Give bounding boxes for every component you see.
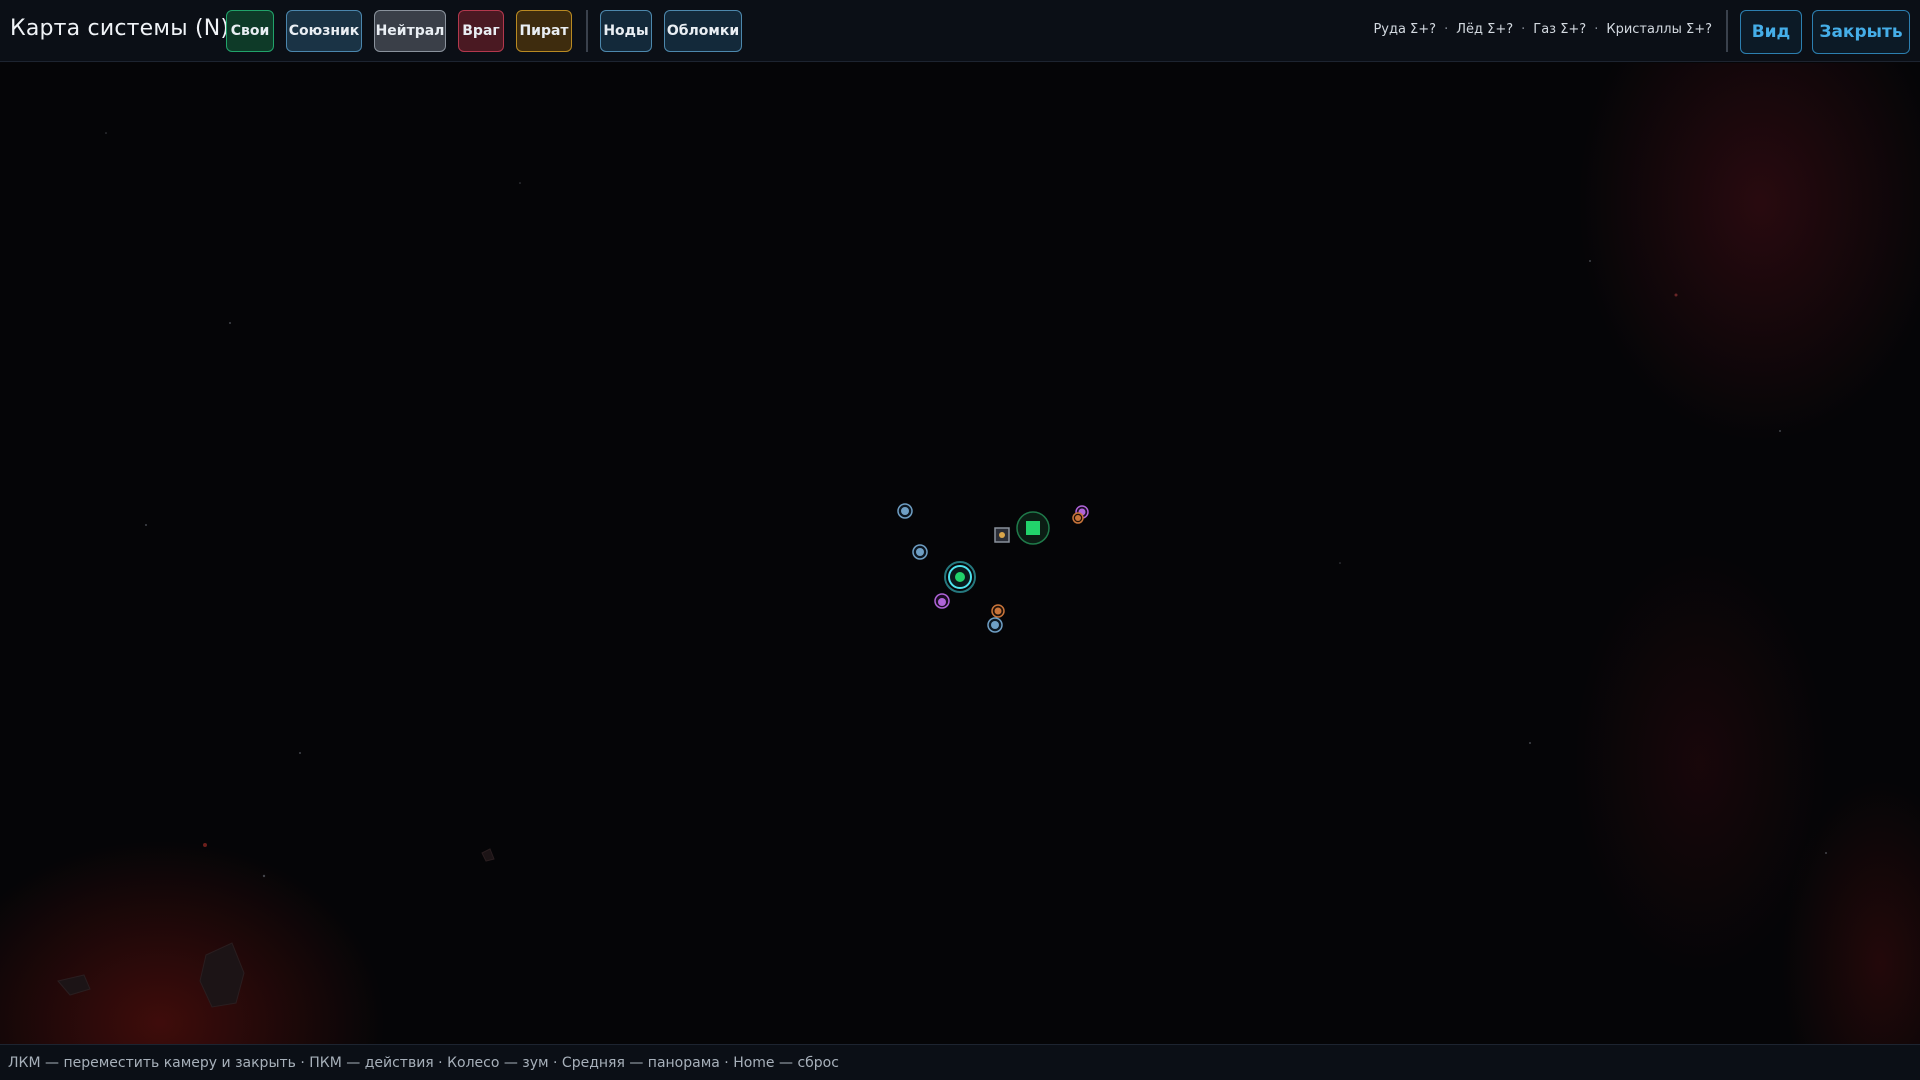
resource-crystals: Кристаллы Σ+? xyxy=(1606,22,1712,37)
resource-node-icon xyxy=(916,548,924,556)
own-station[interactable] xyxy=(1016,511,1050,545)
crystal-node[interactable] xyxy=(934,593,950,609)
filter-debris-button[interactable]: Обломки xyxy=(664,10,742,52)
ice-node[interactable] xyxy=(987,617,1003,633)
filter-nodes-button[interactable]: Ноды xyxy=(600,10,652,52)
debris-icon xyxy=(999,532,1005,538)
player-ship[interactable] xyxy=(944,561,976,593)
resource-node-icon xyxy=(901,507,909,515)
view-button[interactable]: Вид xyxy=(1740,10,1802,54)
debris[interactable] xyxy=(994,527,1010,543)
resource-node-icon xyxy=(991,621,999,629)
resource-gas: Газ Σ+? xyxy=(1533,22,1587,37)
ice-node[interactable] xyxy=(897,503,913,519)
close-button[interactable]: Закрыть xyxy=(1812,10,1910,54)
resource-node-icon xyxy=(994,607,1002,615)
resource-ore: Руда Σ+? xyxy=(1373,22,1437,37)
page-title: Карта системы (N) xyxy=(10,16,230,41)
filter-ally-button[interactable]: Союзник xyxy=(286,10,362,52)
resource-node-icon xyxy=(938,598,946,606)
map-canvas[interactable] xyxy=(0,63,1920,1044)
filter-neutral-button[interactable]: Нейтрал xyxy=(374,10,446,52)
controls-hint: ЛКМ — переместить камеру и закрыть · ПКМ… xyxy=(8,1055,839,1071)
resource-separator: · xyxy=(1444,22,1449,37)
resource-separator: · xyxy=(1594,22,1599,37)
top-bar: Карта системы (N) Свои Союзник Нейтрал В… xyxy=(0,0,1920,62)
resource-summary: Руда Σ+? · Лёд Σ+? · Газ Σ+? · Кристаллы Σ+? xyxy=(1373,22,1712,37)
divider xyxy=(586,10,588,52)
resource-separator: · xyxy=(1521,22,1526,37)
resource-ice: Лёд Σ+? xyxy=(1456,22,1514,37)
divider xyxy=(1726,10,1728,52)
ice-node[interactable] xyxy=(912,544,928,560)
filter-own-button[interactable]: Свои xyxy=(226,10,274,52)
starfield xyxy=(105,132,1827,878)
debris-cluster xyxy=(57,848,495,1008)
station-icon xyxy=(1026,521,1040,535)
ore-node[interactable] xyxy=(991,604,1005,618)
resource-node-icon xyxy=(1075,515,1081,521)
player-ship-icon xyxy=(955,572,965,582)
filter-pirate-button[interactable]: Пират xyxy=(516,10,572,52)
status-bar: ЛКМ — переместить камеру и закрыть · ПКМ… xyxy=(0,1044,1920,1080)
system-map[interactable] xyxy=(0,63,1920,1044)
filter-enemy-button[interactable]: Враг xyxy=(458,10,504,52)
ore-node[interactable] xyxy=(1072,512,1084,524)
